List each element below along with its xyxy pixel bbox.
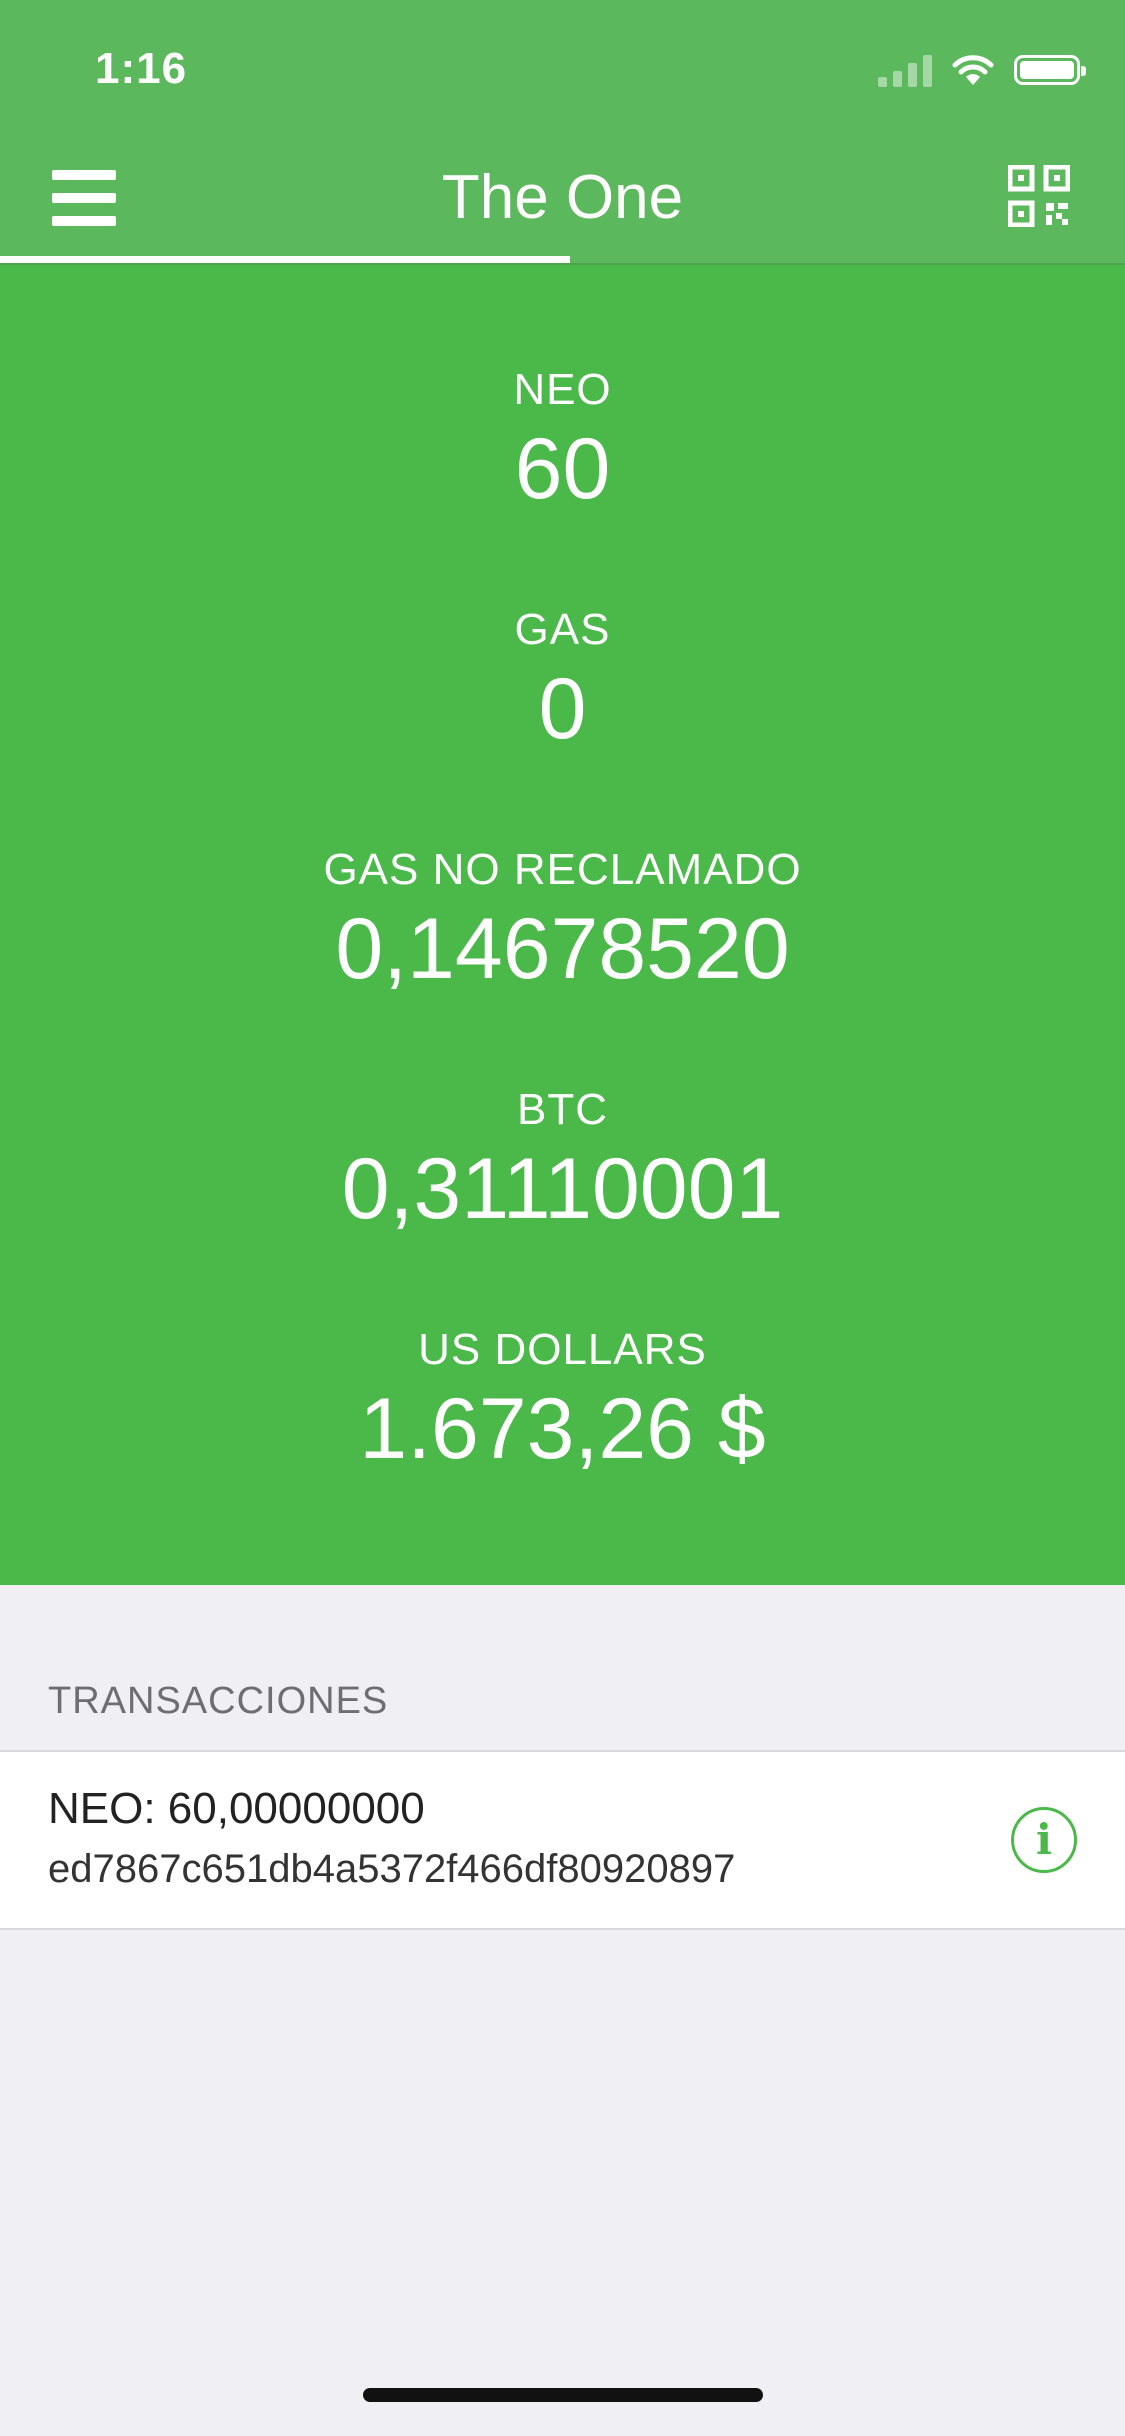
status-icons: [878, 48, 1086, 92]
home-indicator[interactable]: [363, 2388, 763, 2402]
signal-icon: [878, 53, 932, 87]
balances-panel: NEO 60 GAS 0 GAS NO RECLAMADO 0,14678520…: [0, 265, 1125, 1585]
balance-unclaimed-gas: GAS NO RECLAMADO 0,14678520: [0, 845, 1125, 997]
qr-code-icon[interactable]: [1008, 165, 1070, 227]
balance-value: 1.673,26 $: [359, 1381, 766, 1477]
balance-neo: NEO 60: [0, 365, 1125, 517]
balance-label: BTC: [517, 1085, 608, 1134]
balance-value: 0,31110001: [341, 1141, 784, 1237]
balance-usd: US DOLLARS 1.673,26 $: [0, 1325, 1125, 1477]
balance-value: 60: [514, 421, 611, 517]
balance-value: 0,14678520: [335, 901, 790, 997]
tab-indicator: [0, 256, 570, 263]
balance-value: 0: [538, 661, 587, 757]
app-header: 1:16 The One: [0, 0, 1125, 265]
balance-label: GAS NO RECLAMADO: [323, 845, 802, 894]
info-icon[interactable]: i: [1011, 1807, 1077, 1873]
transactions-list: NEO: 60,00000000 ed7867c651db4a5372f466d…: [0, 1750, 1125, 1930]
balance-label: US DOLLARS: [418, 1325, 707, 1374]
battery-icon: [1014, 55, 1086, 85]
balance-label: NEO: [513, 365, 612, 414]
transaction-amount: NEO: 60,00000000: [48, 1784, 425, 1833]
balance-label: GAS: [514, 605, 611, 654]
balance-btc: BTC 0,31110001: [0, 1085, 1125, 1237]
transaction-row[interactable]: NEO: 60,00000000 ed7867c651db4a5372f466d…: [0, 1752, 1125, 1928]
wifi-icon: [952, 55, 994, 85]
transactions-header: TRANSACCIONES: [48, 1680, 389, 1722]
page-title: The One: [441, 163, 684, 232]
balance-gas: GAS 0: [0, 605, 1125, 757]
status-time: 1:16: [95, 44, 188, 93]
transaction-id: ed7867c651db4a5372f466df80920897: [48, 1847, 736, 1891]
navigation-bar: The One: [0, 140, 1125, 265]
